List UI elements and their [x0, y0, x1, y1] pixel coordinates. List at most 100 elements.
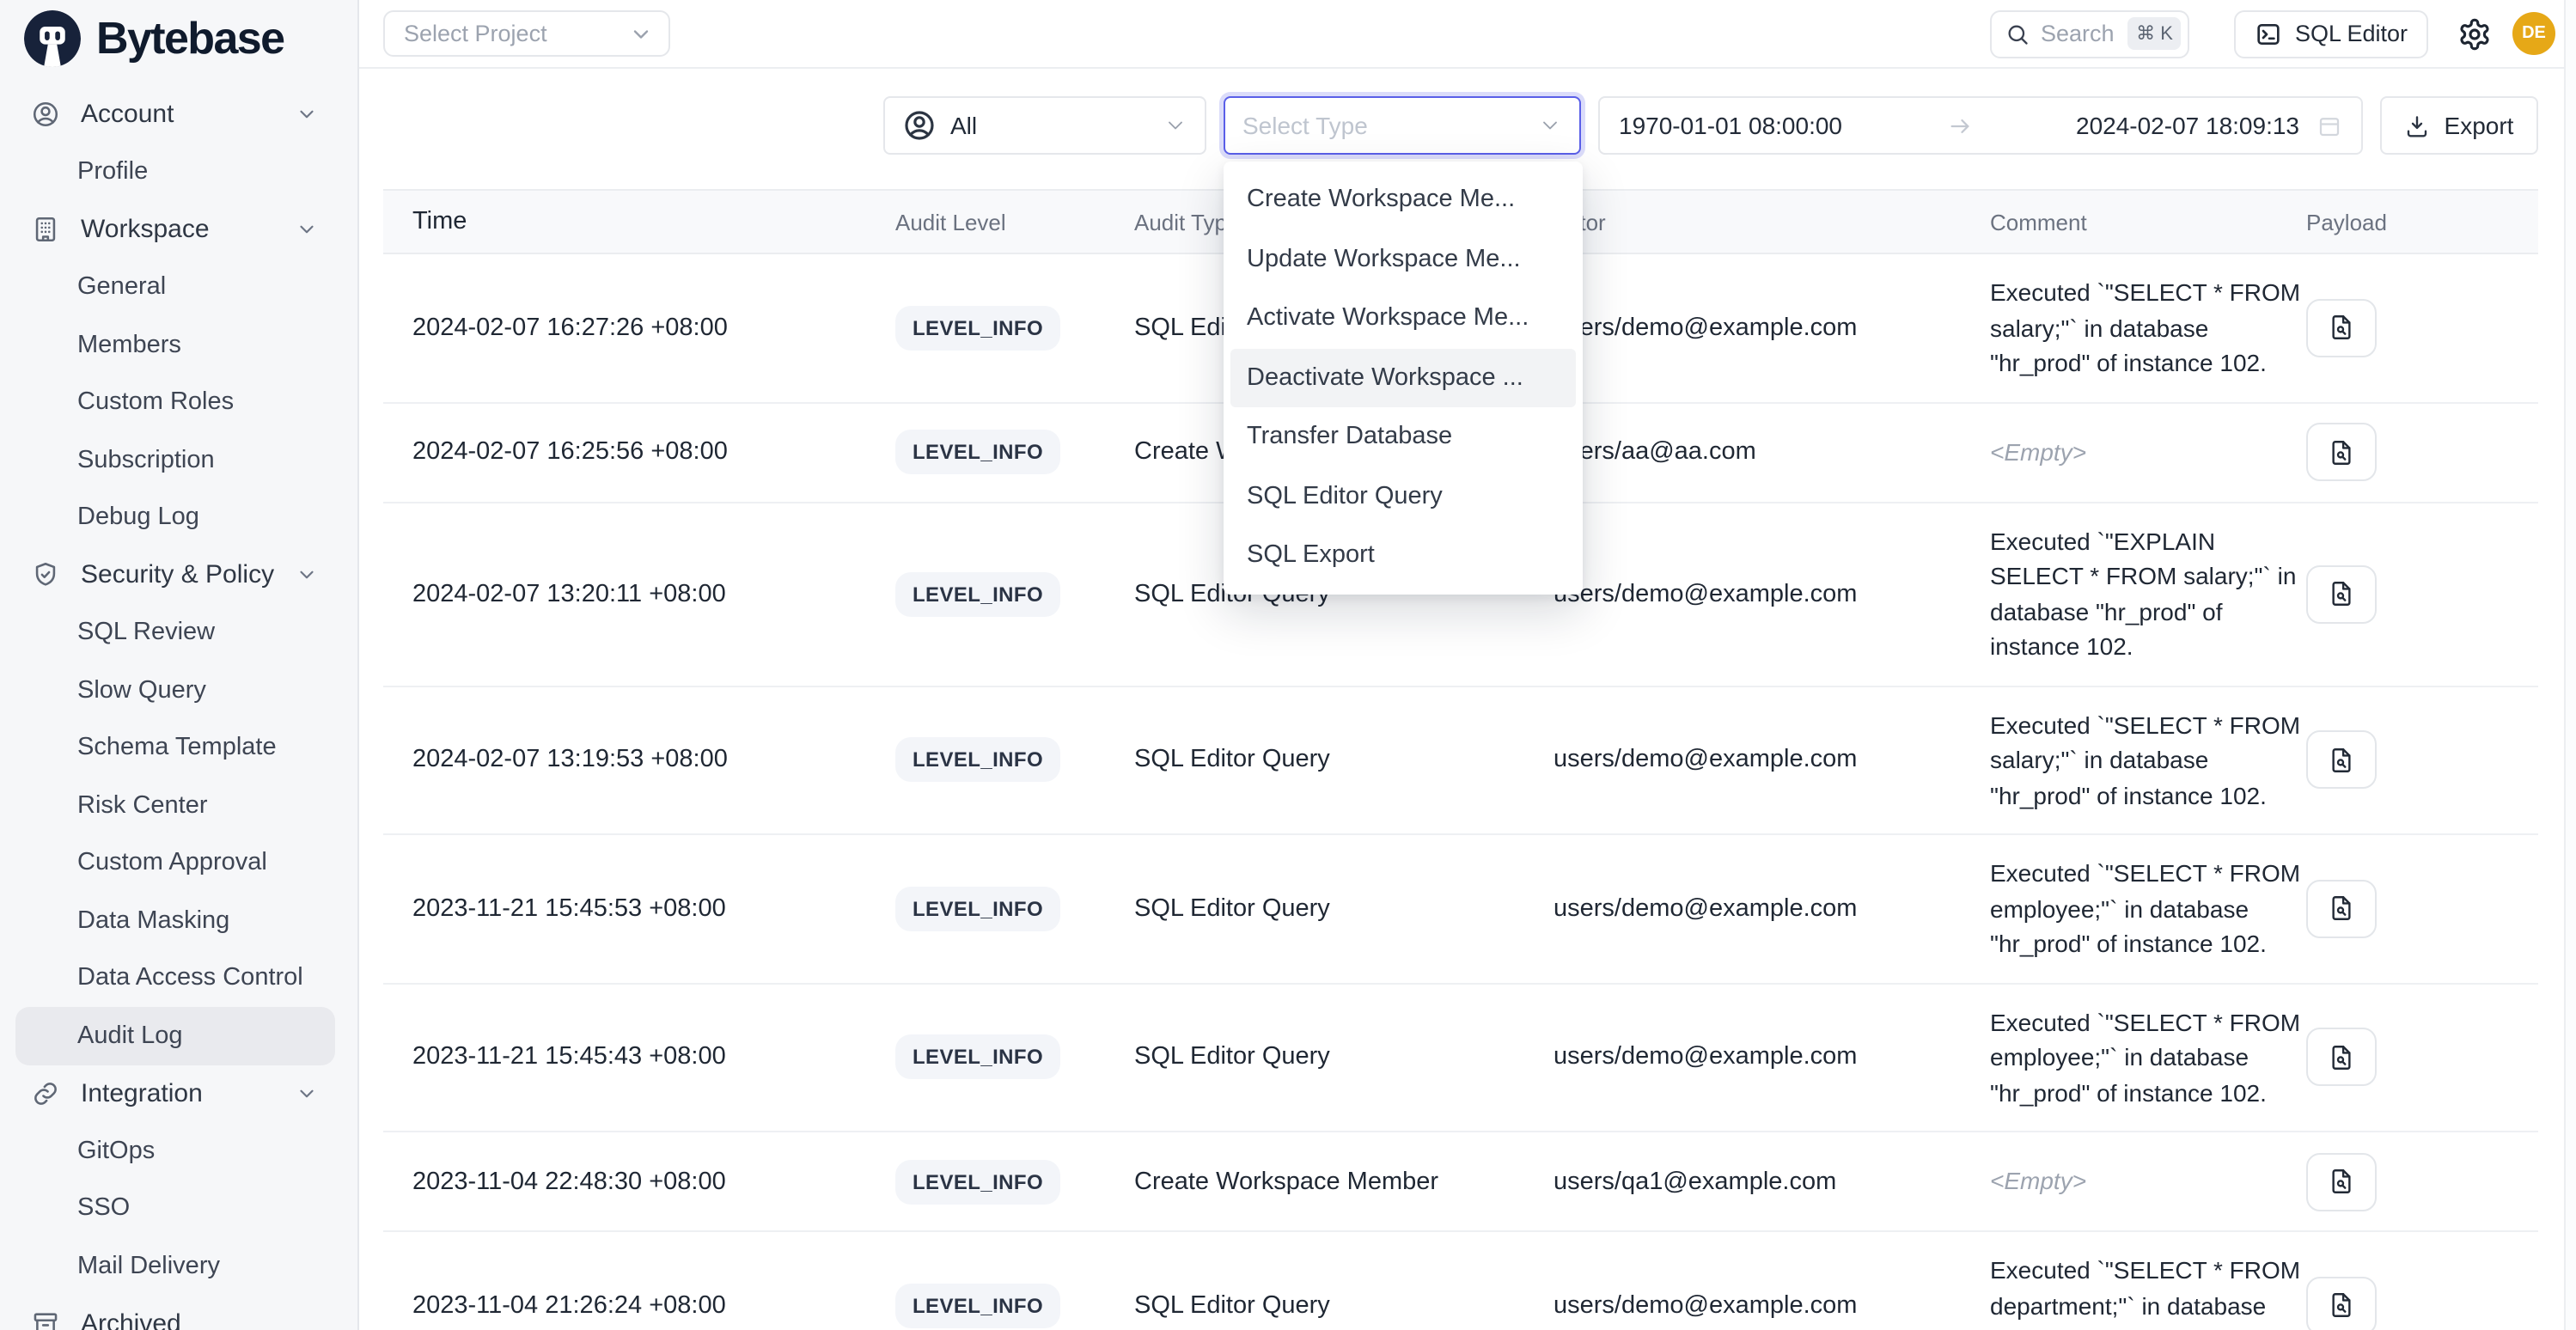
cell-comment: Executed `"SELECT * FROM salary;"` in da… [1990, 254, 2306, 401]
file-search-icon [2327, 894, 2356, 924]
cell-time: 2024-02-07 13:20:11 +08:00 [383, 580, 895, 607]
cell-audit-type: SQL Editor Query [1134, 1044, 1554, 1071]
file-search-icon [2327, 437, 2356, 467]
scrollbar[interactable] [2564, 0, 2576, 1330]
date-range-picker[interactable]: 1970-01-01 08:00:00 2024-02-07 18:09:13 [1598, 96, 2363, 155]
type-filter-select[interactable]: Select Type Create Workspace Me... Updat… [1224, 96, 1581, 155]
cell-actor: users/demo@example.com [1554, 895, 1990, 923]
level-badge: LEVEL_INFO [895, 1284, 1060, 1328]
sidebar-item-label: Slow Query [77, 677, 206, 705]
sidebar-item[interactable]: Account [15, 86, 335, 143]
payload-view-button[interactable] [2306, 880, 2377, 938]
type-menu-item-label: Deactivate Workspace ... [1247, 364, 1523, 392]
type-menu-item[interactable]: Activate Workspace Me... [1230, 289, 1575, 348]
type-menu-item[interactable]: Deactivate Workspace ... [1230, 348, 1575, 407]
filter-row: All Select Type Create Workspace Me... [359, 96, 2576, 155]
link-icon [31, 1079, 60, 1108]
gear-icon[interactable] [2457, 16, 2492, 51]
cell-comment: <Empty> [1990, 1144, 2306, 1220]
member-filter-select[interactable]: All [883, 96, 1206, 155]
sidebar-item-label: Account [81, 101, 174, 130]
payload-view-button[interactable] [2306, 423, 2377, 481]
sidebar-item-label: Mail Delivery [77, 1253, 220, 1280]
type-menu-item-label: Activate Workspace Me... [1247, 305, 1529, 332]
sidebar-item[interactable]: SQL Review [15, 604, 335, 662]
project-select[interactable]: Select Project [383, 10, 670, 57]
sidebar-item[interactable]: Members [15, 316, 335, 374]
cell-payload [2306, 1277, 2538, 1330]
table-row: 2023-11-21 15:45:43 +08:00 LEVEL_INFO SQ… [383, 984, 2538, 1132]
sidebar-item[interactable]: Audit Log [15, 1007, 335, 1065]
avatar[interactable]: DE [2512, 12, 2555, 55]
column-header-time: Time [383, 208, 895, 235]
sidebar-item-label: Data Access Control [77, 965, 303, 992]
sidebar-item[interactable]: Archived [15, 1295, 335, 1330]
chevron-down-icon [296, 219, 318, 241]
sql-editor-button[interactable]: SQL Editor [2235, 9, 2428, 58]
cell-payload [2306, 564, 2538, 623]
sidebar-item[interactable]: Slow Query [15, 662, 335, 719]
type-menu-item[interactable]: Update Workspace Me... [1230, 229, 1575, 289]
sidebar-item-label: Debug Log [77, 504, 199, 532]
sidebar-item[interactable]: Data Masking [15, 892, 335, 949]
cell-payload [2306, 1152, 2538, 1211]
sidebar-item[interactable]: General [15, 259, 335, 316]
file-search-icon [2327, 579, 2356, 608]
payload-view-button[interactable] [2306, 1277, 2377, 1330]
sidebar: Bytebase Account [0, 0, 359, 1330]
search-input[interactable]: Search ⌘ K [1991, 9, 2190, 58]
chevron-down-icon [296, 1083, 318, 1105]
sidebar-item-label: Security & Policy [81, 561, 274, 590]
cell-time: 2024-02-07 16:25:56 +08:00 [383, 438, 895, 466]
level-badge: LEVEL_INFO [895, 571, 1060, 616]
sidebar-item[interactable]: Schema Template [15, 719, 335, 777]
terminal-icon [2256, 20, 2283, 47]
type-menu-item-label: SQL Export [1247, 542, 1375, 570]
cell-audit-type: SQL Editor Query [1134, 747, 1554, 774]
sidebar-item[interactable]: Data Access Control [15, 949, 335, 1007]
sidebar-item[interactable]: Workspace [15, 201, 335, 259]
calendar-icon [2317, 113, 2342, 138]
payload-view-button[interactable] [2306, 1152, 2377, 1211]
type-menu-item[interactable]: SQL Export [1230, 526, 1575, 585]
sidebar-item[interactable]: Mail Delivery [15, 1237, 335, 1295]
file-search-icon [2327, 746, 2356, 775]
sidebar-item[interactable]: Subscription [15, 431, 335, 489]
search-placeholder: Search [2041, 21, 2117, 46]
download-icon [2405, 113, 2431, 138]
sidebar-item[interactable]: Custom Roles [15, 374, 335, 431]
cell-audit-type: SQL Editor Query [1134, 1292, 1554, 1320]
file-search-icon [2327, 1043, 2356, 1072]
payload-view-button[interactable] [2306, 564, 2377, 623]
type-menu-item[interactable]: Transfer Database [1230, 407, 1575, 467]
main-content: Select Project Search ⌘ K [359, 0, 2576, 1330]
type-menu-item[interactable]: Create Workspace Me... [1230, 170, 1575, 229]
column-header-actor: Actor [1554, 209, 1990, 235]
payload-view-button[interactable] [2306, 1028, 2377, 1087]
payload-view-button[interactable] [2306, 731, 2377, 790]
chevron-down-icon [296, 104, 318, 126]
export-button[interactable]: Export [2380, 96, 2538, 155]
brand-name: Bytebase [96, 12, 284, 65]
sidebar-item-label: Subscription [77, 447, 215, 474]
brand-logo[interactable]: Bytebase [0, 0, 357, 81]
sidebar-item-label: Integration [81, 1079, 203, 1108]
payload-view-button[interactable] [2306, 299, 2377, 357]
sidebar-item[interactable]: GitOps [15, 1122, 335, 1180]
cell-actor: users/demo@example.com [1554, 1044, 1990, 1071]
level-badge: LEVEL_INFO [895, 430, 1060, 474]
sidebar-item[interactable]: Custom Approval [15, 834, 335, 892]
sidebar-item-label: General [77, 274, 166, 302]
type-menu-item[interactable]: SQL Editor Query [1230, 467, 1575, 526]
file-search-icon [2327, 314, 2356, 343]
sidebar-item[interactable]: Integration [15, 1065, 335, 1122]
file-search-icon [2327, 1167, 2356, 1196]
sidebar-item[interactable]: Profile [15, 143, 335, 201]
sidebar-item[interactable]: SSO [15, 1180, 335, 1237]
sidebar-item[interactable]: Risk Center [15, 777, 335, 834]
type-menu-item-label: Create Workspace Me... [1247, 186, 1515, 214]
cell-comment: <Empty> [1990, 414, 2306, 491]
chevron-down-icon [1163, 113, 1187, 137]
sidebar-item[interactable]: Security & Policy [15, 546, 335, 604]
sidebar-item[interactable]: Debug Log [15, 489, 335, 546]
